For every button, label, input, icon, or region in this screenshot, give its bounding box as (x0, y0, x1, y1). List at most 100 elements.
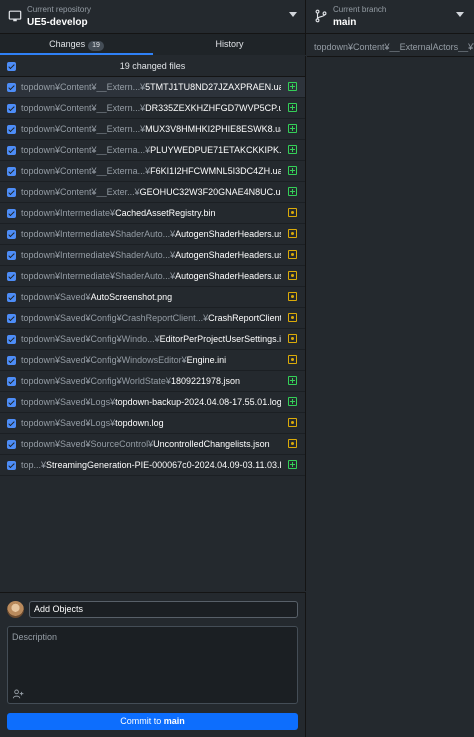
commit-button[interactable]: Commit to main (7, 713, 298, 730)
tab-history-label: History (215, 39, 244, 49)
file-row[interactable]: topdown¥Saved¥Config¥WorldState¥18092219… (0, 371, 305, 392)
file-path: topdown¥Saved¥SourceControl¥Uncontrolled… (21, 439, 281, 449)
file-name: F6KI1I2HFCWMNL5I3DC4ZH.uasset (150, 166, 281, 176)
chevron-down-icon (456, 12, 464, 17)
file-row[interactable]: topdown¥Saved¥Config¥CrashReportClient..… (0, 308, 305, 329)
file-path: topdown¥Intermediate¥ShaderAuto...¥Autog… (21, 250, 281, 260)
file-path: topdown¥Content¥__Extern...¥DR335ZEXKHZH… (21, 103, 281, 113)
file-modified-icon (288, 418, 297, 427)
file-checkbox[interactable] (7, 293, 16, 302)
tab-history[interactable]: History (153, 34, 306, 55)
current-repository-selector[interactable]: Current repository UE5-develop (0, 0, 306, 33)
file-path: topdown¥Saved¥Config¥WindowsEditor¥Engin… (21, 355, 281, 365)
file-checkbox[interactable] (7, 356, 16, 365)
changed-files-list: 19 changed files topdown¥Content¥__Exter… (0, 56, 306, 591)
file-name: 5TMTJ1TU8ND27JZAXPRAEN.uasset (145, 82, 281, 92)
file-name: EditorPerProjectUserSettings.ini (159, 334, 281, 344)
file-name: GEOHUC32W3F20GNAE4N8UC.uasset (139, 187, 281, 197)
file-modified-icon (288, 208, 297, 217)
file-name: PLUYWEDPUE71ETAKCKKIPK.uasset (150, 145, 281, 155)
file-checkbox[interactable] (7, 104, 16, 113)
file-name: AutogenShaderHeaders.ush (175, 250, 281, 260)
file-checkbox[interactable] (7, 419, 16, 428)
file-row[interactable]: topdown¥Intermediate¥ShaderAuto...¥Autog… (0, 245, 305, 266)
file-row[interactable]: topdown¥Content¥__Extern...¥5TMTJ1TU8ND2… (0, 77, 305, 98)
file-name: StreamingGeneration-PIE-000067c0-2024.04… (46, 460, 281, 470)
changed-files-header: 19 changed files (0, 56, 305, 77)
file-path: topdown¥Content¥__Extern...¥MUX3V8HMHKI2… (21, 124, 281, 134)
file-row[interactable]: topdown¥Saved¥Logs¥topdown.log (0, 413, 305, 434)
file-directory: topdown¥Saved¥SourceControl¥ (21, 439, 154, 449)
file-row[interactable]: top...¥StreamingGeneration-PIE-000067c0-… (0, 455, 305, 476)
file-modified-icon (288, 229, 297, 238)
file-name: AutogenShaderHeaders.ush (175, 271, 281, 281)
file-path: topdown¥Saved¥AutoScreenshot.png (21, 292, 281, 302)
file-row[interactable]: topdown¥Intermediate¥CachedAssetRegistry… (0, 203, 305, 224)
file-directory: topdown¥Saved¥Config¥WindowsEditor¥ (21, 355, 187, 365)
file-name: AutogenShaderHeaders.ush (175, 229, 281, 239)
file-modified-icon (288, 334, 297, 343)
file-row[interactable]: topdown¥Content¥__Extern...¥MUX3V8HMHKI2… (0, 119, 305, 140)
file-directory: topdown¥Content¥__Externa...¥ (21, 145, 151, 155)
file-added-icon (288, 397, 297, 406)
branch-name: main (333, 17, 357, 28)
avatar (7, 601, 24, 618)
divider (307, 56, 474, 57)
file-directory: topdown¥Saved¥Config¥Windo...¥ (21, 334, 160, 344)
file-directory: topdown¥Intermediate¥ShaderAuto...¥ (21, 229, 176, 239)
changed-files-count: 19 changed files (119, 61, 186, 71)
file-checkbox[interactable] (7, 230, 16, 239)
current-branch-selector[interactable]: Current branch main (306, 0, 474, 33)
file-checkbox[interactable] (7, 209, 16, 218)
file-name: 1809221978.json (170, 376, 241, 386)
file-checkbox[interactable] (7, 440, 16, 449)
file-row[interactable]: topdown¥Saved¥SourceControl¥Uncontrolled… (0, 434, 305, 455)
file-checkbox[interactable] (7, 398, 16, 407)
file-directory: topdown¥Saved¥Config¥WorldState¥ (21, 376, 171, 386)
file-checkbox[interactable] (7, 461, 16, 470)
commit-button-label: Commit to (120, 716, 164, 726)
file-row[interactable]: topdown¥Saved¥Logs¥topdown-backup-2024.0… (0, 392, 305, 413)
commit-summary-input[interactable]: Add Objects (29, 601, 298, 618)
file-directory: topdown¥Content¥__Extern...¥ (21, 103, 146, 113)
file-row[interactable]: topdown¥Content¥__Externa...¥PLUYWEDPUE7… (0, 140, 305, 161)
file-row[interactable]: topdown¥Saved¥Config¥WindowsEditor¥Engin… (0, 350, 305, 371)
file-checkbox[interactable] (7, 167, 16, 176)
file-directory: topdown¥Intermediate¥ (21, 208, 116, 218)
file-modified-icon (288, 313, 297, 322)
commit-panel: Add Objects Description Commit to main (0, 592, 306, 737)
file-name: CrashReportClient.ini (208, 313, 281, 323)
add-coauthor-icon[interactable] (12, 689, 24, 699)
file-added-icon (288, 460, 297, 469)
file-checkbox[interactable] (7, 272, 16, 281)
branch-label: Current branch (333, 5, 387, 14)
file-checkbox[interactable] (7, 251, 16, 260)
file-checkbox[interactable] (7, 377, 16, 386)
file-directory: topdown¥Content¥__Exter...¥ (21, 187, 140, 197)
file-checkbox[interactable] (7, 335, 16, 344)
chevron-down-icon (289, 12, 297, 17)
file-path: topdown¥Intermediate¥ShaderAuto...¥Autog… (21, 229, 281, 239)
file-name: UncontrolledChangelists.json (153, 439, 270, 449)
file-checkbox[interactable] (7, 188, 16, 197)
file-checkbox[interactable] (7, 314, 16, 323)
file-row[interactable]: topdown¥Saved¥Config¥Windo...¥EditorPerP… (0, 329, 305, 350)
file-name: AutoScreenshot.png (90, 292, 173, 302)
tab-changes[interactable]: Changes 19 (0, 34, 153, 55)
file-row[interactable]: topdown¥Intermediate¥ShaderAuto...¥Autog… (0, 266, 305, 287)
file-name: CachedAssetRegistry.bin (115, 208, 216, 218)
file-directory: topdown¥Saved¥ (21, 292, 91, 302)
commit-description-input[interactable]: Description (7, 626, 298, 704)
file-path: topdown¥Saved¥Config¥CrashReportClient..… (21, 313, 281, 323)
file-directory: topdown¥Saved¥Logs¥ (21, 418, 116, 428)
file-checkbox[interactable] (7, 83, 16, 92)
file-row[interactable]: topdown¥Content¥__Exter...¥GEOHUC32W3F20… (0, 182, 305, 203)
file-row[interactable]: topdown¥Saved¥AutoScreenshot.png (0, 287, 305, 308)
tab-bar: Changes 19 History (0, 34, 306, 55)
file-row[interactable]: topdown¥Content¥__Externa...¥F6KI1I2HFCW… (0, 161, 305, 182)
file-row[interactable]: topdown¥Content¥__Extern...¥DR335ZEXKHZH… (0, 98, 305, 119)
file-checkbox[interactable] (7, 125, 16, 134)
file-row[interactable]: topdown¥Intermediate¥ShaderAuto...¥Autog… (0, 224, 305, 245)
file-directory: topdown¥Content¥__Externa...¥ (21, 166, 151, 176)
file-checkbox[interactable] (7, 146, 16, 155)
